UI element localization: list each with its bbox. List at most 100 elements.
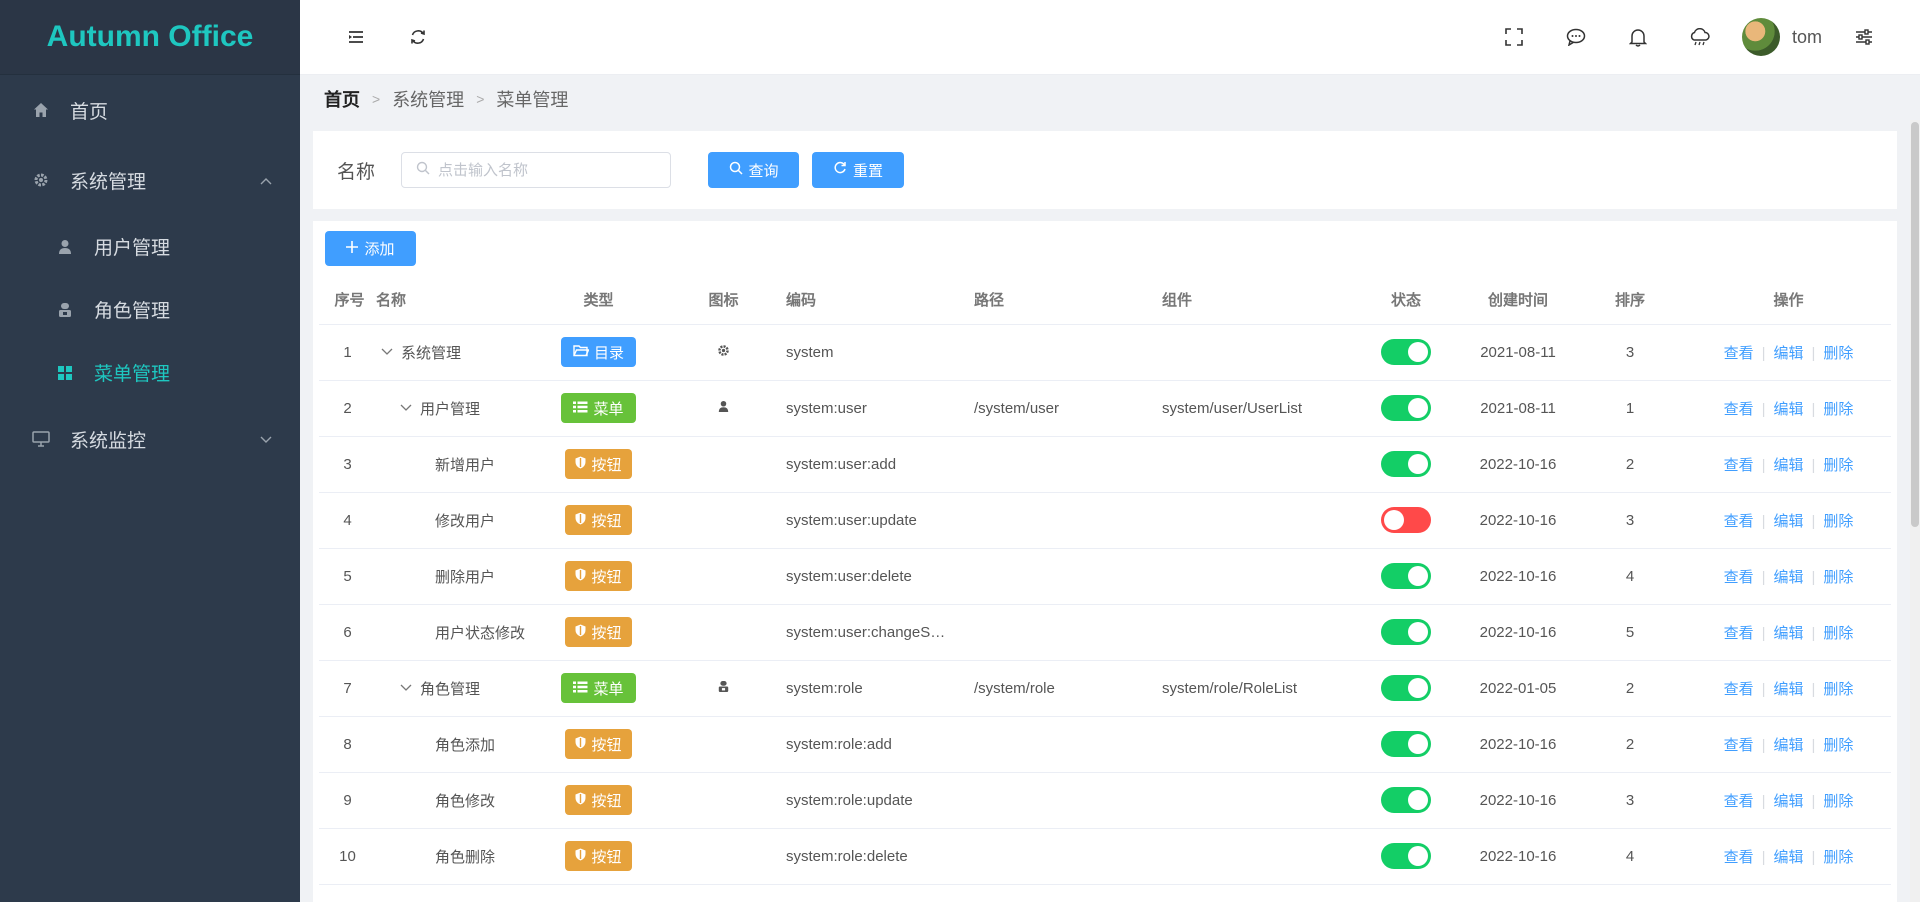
delete-link[interactable]: 删除: [1823, 737, 1853, 754]
type-label: 菜单: [593, 680, 624, 698]
type-badge: 菜单: [561, 673, 636, 703]
row-component: [1162, 772, 1350, 829]
sidebar-item-menus[interactable]: 菜单管理: [0, 341, 300, 404]
bell-icon[interactable]: [1618, 17, 1658, 57]
edit-link[interactable]: 编辑: [1773, 401, 1803, 418]
chevron-down-icon[interactable]: [400, 404, 412, 412]
status-toggle[interactable]: [1381, 507, 1431, 533]
row-component: [1162, 548, 1350, 605]
row-index: 9: [319, 772, 376, 829]
fullscreen-icon[interactable]: [1494, 17, 1534, 57]
view-link[interactable]: 查看: [1724, 625, 1754, 642]
sidebar-item-label: 系统监控: [70, 430, 147, 452]
row-index: 2: [319, 380, 376, 437]
sidebar-item-users[interactable]: 用户管理: [0, 215, 300, 278]
menu-table-panel: 添加 序号 名称 类型 图标 编码 路径 组件 状态 创建时间 排序 操作 1 …: [313, 221, 1897, 902]
cloud-icon[interactable]: [1680, 17, 1720, 57]
edit-link[interactable]: 编辑: [1773, 849, 1803, 866]
row-order: 1: [1574, 380, 1686, 437]
status-toggle[interactable]: [1381, 451, 1431, 477]
chevron-down-icon[interactable]: [400, 684, 412, 692]
edit-link[interactable]: 编辑: [1773, 793, 1803, 810]
edit-link[interactable]: 编辑: [1773, 737, 1803, 754]
view-link[interactable]: 查看: [1724, 793, 1754, 810]
breadcrumb-home[interactable]: 首页: [324, 86, 360, 112]
search-label: 名称: [337, 161, 376, 183]
view-link[interactable]: 查看: [1724, 513, 1754, 530]
edit-link[interactable]: 编辑: [1773, 457, 1803, 474]
view-link[interactable]: 查看: [1724, 569, 1754, 586]
edit-link[interactable]: 编辑: [1773, 569, 1803, 586]
gear-icon: [30, 169, 52, 191]
row-icon-empty: [661, 548, 786, 605]
status-toggle[interactable]: [1381, 339, 1431, 365]
user-menu[interactable]: tom: [1741, 18, 1822, 56]
type-badge: 按钮: [565, 617, 632, 647]
edit-link[interactable]: 编辑: [1773, 345, 1803, 362]
chevron-down-icon[interactable]: [381, 348, 393, 356]
monitor-icon: [30, 428, 52, 450]
search-field[interactable]: [401, 152, 672, 188]
query-button-label: 查询: [748, 162, 779, 180]
refresh-icon[interactable]: [398, 17, 438, 57]
status-toggle[interactable]: [1381, 619, 1431, 645]
delete-link[interactable]: 删除: [1823, 681, 1853, 698]
row-name: 角色修改: [435, 792, 496, 810]
row-order: 2: [1574, 716, 1686, 773]
row-icon-empty: [661, 492, 786, 549]
add-button[interactable]: 添加: [325, 231, 416, 266]
row-path: [974, 772, 1162, 829]
settings-icon[interactable]: [1844, 17, 1884, 57]
scrollbar-thumb[interactable]: [1911, 122, 1919, 527]
header-actions: 操作: [1686, 276, 1891, 325]
status-toggle[interactable]: [1381, 563, 1431, 589]
status-toggle[interactable]: [1381, 787, 1431, 813]
header-path: 路径: [974, 276, 1162, 325]
delete-link[interactable]: 删除: [1823, 569, 1853, 586]
row-path: [974, 324, 1162, 381]
header-type: 类型: [536, 276, 661, 325]
edit-link[interactable]: 编辑: [1773, 513, 1803, 530]
breadcrumb-system[interactable]: 系统管理: [392, 86, 464, 112]
row-path: [974, 604, 1162, 661]
row-date: 2022-10-16: [1462, 716, 1574, 773]
status-toggle[interactable]: [1381, 675, 1431, 701]
collapse-icon[interactable]: [336, 17, 376, 57]
sidebar-item-system[interactable]: 系统管理: [0, 145, 300, 215]
sidebar-item-monitor[interactable]: 系统监控: [0, 404, 300, 474]
reset-button[interactable]: 重置: [812, 152, 905, 188]
type-label: 菜单: [593, 400, 624, 418]
sidebar-item-roles[interactable]: 角色管理: [0, 278, 300, 341]
view-link[interactable]: 查看: [1724, 737, 1754, 754]
edit-link[interactable]: 编辑: [1773, 625, 1803, 642]
view-link[interactable]: 查看: [1724, 849, 1754, 866]
status-toggle[interactable]: [1381, 843, 1431, 869]
avatar[interactable]: [1741, 18, 1780, 56]
view-link[interactable]: 查看: [1724, 401, 1754, 418]
delete-link[interactable]: 删除: [1823, 401, 1853, 418]
view-link[interactable]: 查看: [1724, 457, 1754, 474]
row-index: 6: [319, 604, 376, 661]
delete-link[interactable]: 删除: [1823, 513, 1853, 530]
delete-link[interactable]: 删除: [1823, 793, 1853, 810]
status-toggle[interactable]: [1381, 731, 1431, 757]
sidebar-item-home[interactable]: 首页: [0, 75, 300, 145]
message-icon[interactable]: [1556, 17, 1596, 57]
chevron-down-icon: [260, 428, 272, 450]
query-button[interactable]: 查询: [708, 152, 800, 188]
row-icon-empty: [661, 604, 786, 661]
view-link[interactable]: 查看: [1724, 345, 1754, 362]
row-code: system:role:delete: [786, 828, 974, 885]
delete-link[interactable]: 删除: [1823, 345, 1853, 362]
status-toggle[interactable]: [1381, 395, 1431, 421]
delete-link[interactable]: 删除: [1823, 457, 1853, 474]
sidebar-item-label: 首页: [70, 101, 109, 123]
delete-link[interactable]: 删除: [1823, 849, 1853, 866]
row-date: 2022-10-16: [1462, 772, 1574, 829]
view-link[interactable]: 查看: [1724, 681, 1754, 698]
delete-link[interactable]: 删除: [1823, 625, 1853, 642]
row-component: [1162, 324, 1350, 381]
table-row: 10 角色删除 按钮 system:role:delete 2022-10-16…: [319, 828, 1891, 885]
edit-link[interactable]: 编辑: [1773, 681, 1803, 698]
search-input[interactable]: [438, 161, 659, 179]
